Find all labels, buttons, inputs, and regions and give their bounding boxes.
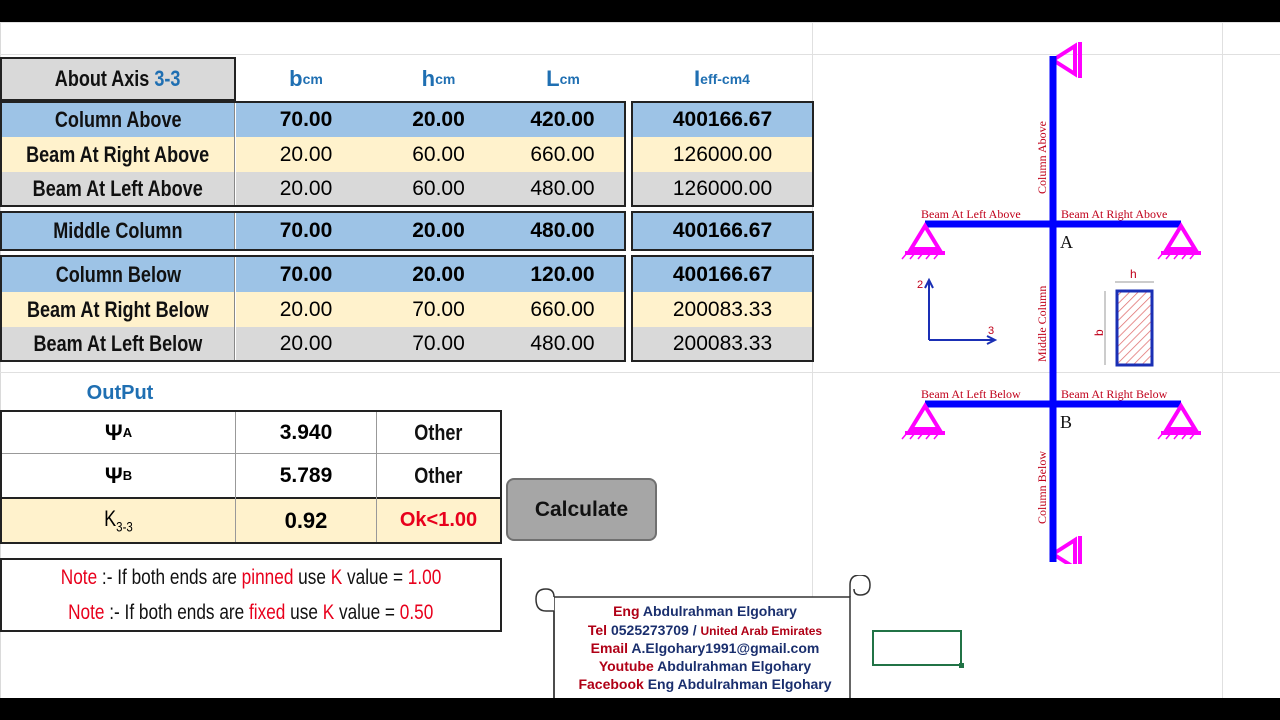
beam-left-above-label: Beam At Left Above	[921, 207, 1021, 221]
support-left-above-icon	[905, 222, 945, 255]
col-header-i: Ieff-cm4	[694, 66, 750, 91]
section-b-label: b	[1092, 329, 1106, 336]
support-bottom-icon	[1049, 536, 1082, 564]
cell-l[interactable]: 120.00	[501, 257, 624, 292]
cell-b[interactable]: 20.00	[236, 137, 376, 172]
cross-section-icon	[1104, 281, 1154, 367]
cell-l[interactable]: 480.00	[501, 172, 624, 205]
cell-l[interactable]: 420.00	[501, 103, 624, 137]
frame-diagram: Beam At Left Above Beam At Right Above B…	[901, 42, 1201, 564]
cell-i: 126000.00	[633, 172, 812, 205]
cell-i: 200083.33	[633, 292, 812, 327]
beam-left-below-label: Beam At Left Below	[921, 387, 1021, 401]
joint-a-label: A	[1060, 232, 1073, 252]
cell-b[interactable]: 70.00	[236, 257, 376, 292]
column-above-label: Column Above	[1035, 121, 1049, 194]
selected-cell[interactable]	[872, 630, 962, 666]
axis-3-label: 3	[988, 325, 994, 337]
beam-right-above-label: Beam At Right Above	[1061, 207, 1167, 221]
row-name: Middle Column	[2, 213, 235, 249]
support-right-below-icon	[1161, 402, 1201, 435]
output-title: OutPut	[86, 381, 154, 404]
cell-h[interactable]: 60.00	[376, 137, 501, 172]
cell-b[interactable]: 20.00	[236, 292, 376, 327]
cell-i: 400166.67	[633, 213, 812, 249]
support-top-icon	[1049, 42, 1082, 78]
cell-i: 400166.67	[633, 257, 812, 292]
cell-h[interactable]: 20.00	[376, 257, 501, 292]
cell-h[interactable]: 20.00	[376, 213, 501, 249]
axis-header: About Axis 3-3	[0, 57, 236, 101]
cell-b[interactable]: 20.00	[236, 172, 376, 205]
cell-i: 400166.67	[633, 103, 812, 137]
row-name: Column Below	[2, 257, 235, 292]
cell-h[interactable]: 20.00	[376, 103, 501, 137]
contact-eng: Eng Abdulrahman Elgohary	[613, 603, 797, 619]
cell-h[interactable]: 70.00	[376, 292, 501, 327]
cell-i: 126000.00	[633, 137, 812, 172]
contact-email: Email A.Elgohary1991@gmail.com	[590, 640, 820, 656]
section-h-label: h	[1130, 267, 1137, 281]
row-name: Beam At Right Below	[2, 292, 235, 327]
psi-a-value: 3.940	[279, 420, 333, 444]
cell-l[interactable]: 660.00	[501, 137, 624, 172]
contact-youtube: Youtube Abdulrahman Elgohary	[598, 658, 812, 674]
contact-facebook: Facebook Eng Abdulrahman Elgohary	[578, 676, 832, 692]
note-fixed: Note :- If both ends are fixed use K val…	[68, 600, 434, 624]
row-name: Column Above	[2, 103, 235, 137]
psi-b-value: 5.789	[279, 463, 333, 487]
cell-h[interactable]: 60.00	[376, 172, 501, 205]
k-value: 0.92	[236, 499, 376, 542]
axes-icon	[924, 277, 998, 345]
joint-b-label: B	[1060, 412, 1072, 432]
row-name: Beam At Left Below	[2, 327, 235, 360]
cell-l[interactable]: 660.00	[501, 292, 624, 327]
row-name: Beam At Left Above	[2, 172, 235, 205]
spreadsheet-area: About Axis 3-3 b cm h cm Lcm Ieff-cm4 Colu…	[0, 22, 1280, 698]
cell-b[interactable]: 70.00	[236, 213, 376, 249]
note-pinned: Note :- If both ends are pinned use K va…	[60, 565, 442, 589]
cell-l[interactable]: 480.00	[501, 327, 624, 360]
support-right-above-icon	[1161, 222, 1201, 255]
beam-right-below-label: Beam At Right Below	[1061, 387, 1168, 401]
axis-2-label: 2	[917, 279, 923, 291]
column-below-label: Column Below	[1035, 451, 1049, 524]
k-label: K3-3	[2, 499, 235, 542]
fill-handle[interactable]	[959, 663, 964, 668]
psi-b-type: Other	[414, 462, 463, 488]
psi-a-type: Other	[414, 419, 463, 445]
col-header-l: Lcm	[546, 66, 580, 91]
contact-tel: Tel 0525273709 / United Arab Emirates	[587, 622, 823, 638]
cell-i: 200083.33	[633, 327, 812, 360]
psi-b-label: ΨB	[104, 462, 133, 488]
cell-l[interactable]: 480.00	[501, 213, 624, 249]
col-header-b: b cm	[289, 66, 323, 91]
psi-a-label: ΨA	[104, 419, 133, 445]
col-header-h: h cm	[421, 66, 456, 91]
row-name: Beam At Right Above	[2, 137, 235, 172]
cell-h[interactable]: 70.00	[376, 327, 501, 360]
support-left-below-icon	[905, 402, 945, 435]
k-status: Ok<1.00	[377, 499, 500, 542]
middle-column-label: Middle Column	[1035, 286, 1049, 362]
calculate-button[interactable]: Calculate	[506, 478, 657, 541]
cell-b[interactable]: 70.00	[236, 103, 376, 137]
cell-b[interactable]: 20.00	[236, 327, 376, 360]
